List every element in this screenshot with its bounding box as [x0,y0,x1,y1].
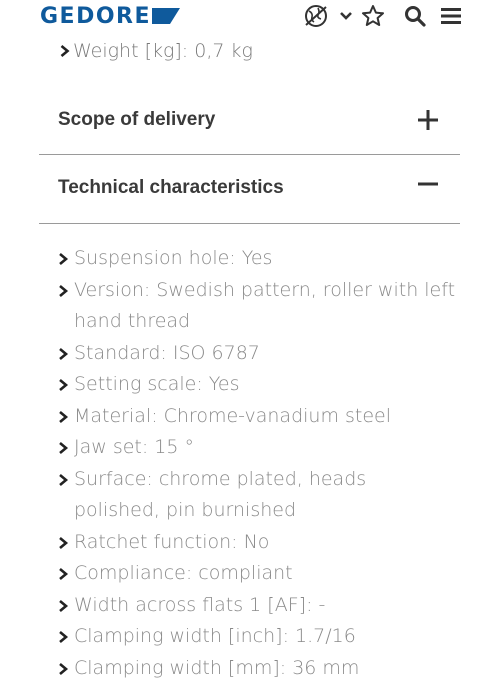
chevron-right-icon [59,473,69,486]
list-item-text: Jaw set: 15 ° [74,436,195,458]
list-item-text: Material: Chrome-vanadium steel [74,404,392,427]
globe-icon[interactable] [302,3,330,29]
chevron-right-icon [59,442,69,454]
weight-item: Weight [kg]: 0,7 kg [58,40,253,62]
list-item-text: Width across flats 1 [AF]: - [74,593,326,616]
search-icon[interactable] [403,3,427,29]
chevron-right-icon [59,347,69,360]
divider [39,154,460,155]
characteristics-list: Suspension hole: Yes Version: Swedish pa… [58,243,458,684]
list-item-text: Version: Swedish pattern, roller with le… [74,278,456,333]
list-item-text: Surface: chrome plated, heads polished, … [74,467,367,522]
logo-flag-icon [152,8,181,24]
logo-text: GEDORE [40,3,152,29]
list-item-text: Clamping width [mm]: 36 mm [74,656,360,679]
list-item: Suspension hole: Yes [58,243,458,275]
weight-text: Weight [kg]: 0,7 kg [73,40,253,62]
list-item-text: Suspension hole: Yes [74,247,273,269]
chevron-right-icon [59,536,69,549]
section-title: Scope of delivery [58,109,216,130]
list-item: Width across flats 1 [AF]: - [58,590,458,622]
section-title: Technical characteristics [58,177,284,198]
list-item: Material: Chrome-vanadium steel [58,401,458,433]
list-item: Jaw set: 15 ° [58,432,458,464]
chevron-right-icon [59,599,69,612]
list-item: Compliance: compliant [58,558,458,590]
menu-icon[interactable] [440,3,462,29]
list-item: Standard: ISO 6787 [58,338,458,370]
list-item-text: Clamping width [inch]: 1.7/16 [74,625,356,647]
list-item: Ratchet function: No [58,527,458,559]
list-item-text: Ratchet function: No [74,530,270,553]
list-item: Version: Swedish pattern, roller with le… [58,275,458,338]
gedore-logo[interactable]: GEDORE [40,3,181,29]
chevron-right-icon [60,45,70,57]
divider [39,223,460,224]
list-item-text: Setting scale: Yes [74,373,240,395]
scope-of-delivery-header[interactable]: Scope of delivery [39,104,460,136]
chevron-right-icon [59,662,69,675]
list-item-text: Compliance: compliant [74,562,293,584]
chevron-right-icon [59,253,69,265]
chevron-right-icon [59,379,69,391]
list-item-text: Standard: ISO 6787 [74,341,260,364]
chevron-right-icon [59,410,69,423]
star-icon[interactable] [361,3,385,29]
technical-characteristics-header[interactable]: Technical characteristics [39,172,460,204]
chevron-down-icon[interactable] [338,3,354,29]
site-header: GEDORE [0,0,499,32]
list-item: Surface: chrome plated, heads polished, … [58,464,458,527]
minus-icon[interactable] [416,172,440,196]
chevron-right-icon [59,631,69,643]
chevron-right-icon [59,568,69,580]
chevron-right-icon [59,284,69,297]
plus-icon[interactable] [416,108,440,132]
list-item: Clamping width [mm]: 36 mm [58,653,458,685]
list-item: Setting scale: Yes [58,369,458,401]
list-item: Clamping width [inch]: 1.7/16 [58,621,458,653]
